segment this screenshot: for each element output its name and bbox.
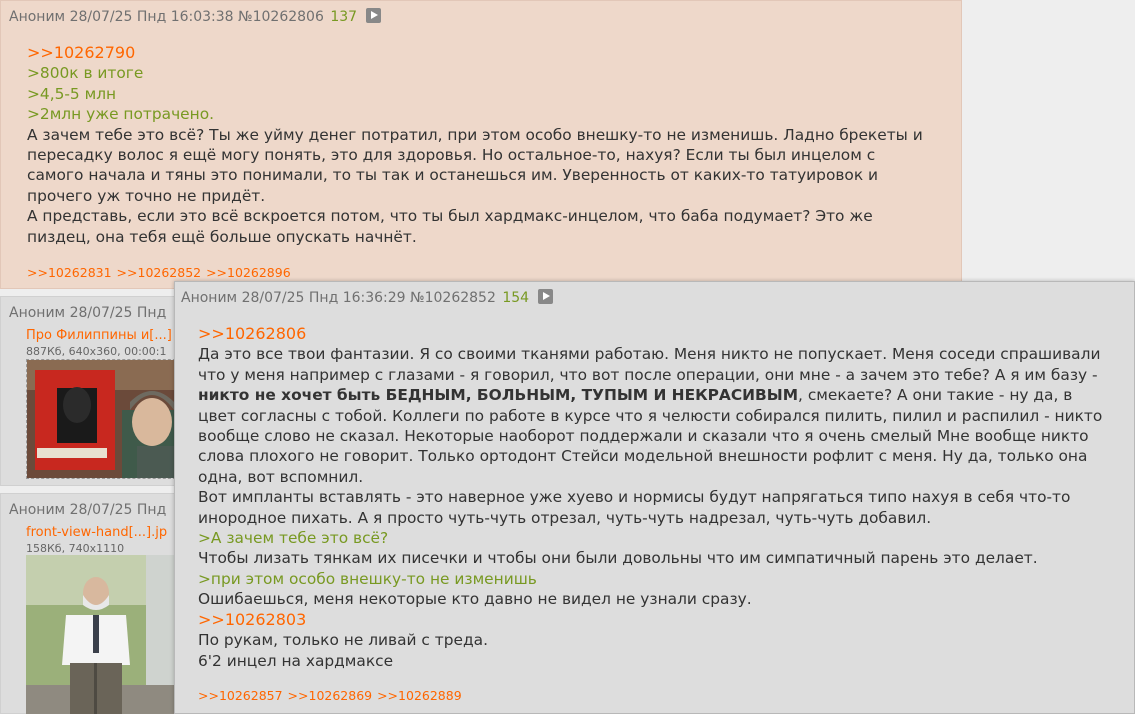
post-number[interactable]: №10262852 [410, 290, 496, 306]
file-name[interactable]: Про Филиппины и[...] [26, 328, 172, 343]
post-count: 137 [330, 9, 358, 25]
text-line: А представь, если это всё вскроется пото… [27, 207, 873, 226]
post-date: 28/07/25 Пнд 16:36:29 [241, 290, 406, 306]
text-line: Вот импланты вставлять - это наверное уж… [198, 488, 1071, 507]
text-line: пересадку волос я ещё могу понять, это д… [27, 146, 876, 165]
post-body: >>10262790 >800к в итоге >4,5-5 млн >2млн у… [27, 43, 923, 247]
video-thumbnail-image [27, 360, 180, 478]
post-10262806: Аноним 28/07/25 Пнд 16:03:38 №10262806 1… [0, 0, 962, 289]
greentext-quote: >2млн уже потрачено. [27, 105, 215, 124]
text-line: По рукам, только не ливай с треда. [198, 631, 488, 650]
image-thumbnail[interactable] [26, 555, 181, 714]
text-line: вообще слово не сказал. Некоторые наобор… [198, 427, 1089, 446]
reply-link[interactable]: >>10262803 [198, 610, 1102, 630]
post-body: >>10262806 Да это все твои фантазии. Я с… [198, 324, 1102, 671]
post-image: Аноним 28/07/25 Пнд front-view-hand[...]… [0, 493, 181, 714]
text-line: одна, вот вспомнил. [198, 467, 364, 486]
reply-links[interactable]: >>10262857 >>10262869 >>10262889 [198, 688, 462, 703]
reply-link[interactable]: >>10262806 [198, 324, 1102, 344]
greentext-quote: >А зачем тебе это всё? [198, 529, 389, 548]
text-line: слова плохого не говорит. Только ортодон… [198, 447, 1088, 466]
post-number[interactable]: №10262806 [238, 9, 324, 25]
play-icon[interactable] [537, 289, 553, 304]
post-video: Аноним 28/07/25 Пнд Про Филиппины и[...]… [0, 296, 181, 486]
post-date: 28/07/25 Пнд [69, 305, 167, 321]
text-line: Да это все твои фантазии. Я со своими тк… [198, 345, 1101, 364]
poster-name: Аноним [181, 290, 238, 306]
play-icon[interactable] [365, 8, 381, 23]
text-line: Ошибаешься, меня некоторые кто давно не … [198, 590, 752, 609]
video-thumbnail[interactable] [26, 359, 181, 479]
poster-name: Аноним [9, 502, 66, 518]
text-fragment: , смекаете? А они такие - ну да, в [798, 386, 1073, 405]
text-line: А зачем тебе это всё? Ты же уйму денег п… [27, 125, 923, 144]
poster-name: Аноним [9, 9, 66, 25]
file-meta: 887Кб, 640x360, 00:00:1 [26, 345, 167, 358]
post-header: Аноним 28/07/25 Пнд [9, 305, 166, 321]
text-line: цвет согласны с тобой. Коллеги по работе… [198, 406, 1103, 425]
reply-link[interactable]: >>10262790 [27, 43, 923, 63]
text-line: прочего уж точно не придёт. [27, 186, 266, 205]
post-header: Аноним 28/07/25 Пнд [9, 502, 166, 518]
post-header: Аноним 28/07/25 Пнд 16:36:29 №10262852 1… [181, 289, 553, 306]
text-line: инородное пихать. А я просто чуть-чуть о… [198, 508, 932, 527]
post-header: Аноним 28/07/25 Пнд 16:03:38 №10262806 1… [9, 8, 381, 25]
post-preview-10262852: Аноним 28/07/25 Пнд 16:36:29 №10262852 1… [174, 281, 1135, 714]
text-line: 6'2 инцел на хардмаксе [198, 651, 394, 670]
file-name[interactable]: front-view-hand[...].jp [26, 525, 167, 540]
greentext-quote: >800к в итоге [27, 64, 144, 83]
post-date: 28/07/25 Пнд 16:03:38 [69, 9, 234, 25]
text-line: пиздец, она тебя ещё больше опускать нач… [27, 227, 417, 246]
bold-text: никто не хочет быть БЕДНЫМ, БОЛЬНЫМ, ТУП… [198, 386, 799, 405]
reply-links[interactable]: >>10262831 >>10262852 >>10262896 [27, 265, 291, 280]
file-meta: 158Кб, 740x1110 [26, 542, 125, 555]
post-date: 28/07/25 Пнд [69, 502, 167, 518]
text-line: Чтобы лизать тянкам их писечки и чтобы о… [198, 549, 1038, 568]
poster-name: Аноним [9, 305, 66, 321]
text-line: что у меня например с глазами - я говори… [198, 365, 1098, 384]
post-count: 154 [502, 290, 530, 306]
greentext-quote: >при этом особо внешку-то не изменишь [198, 569, 537, 588]
text-line: никто не хочет быть БЕДНЫМ, БОЛЬНЫМ, ТУП… [198, 385, 1102, 405]
image-thumbnail-image [26, 555, 181, 714]
text-line: самого начала и тяны это понимали, то ты… [27, 166, 879, 185]
greentext-quote: >4,5-5 млн [27, 84, 117, 103]
